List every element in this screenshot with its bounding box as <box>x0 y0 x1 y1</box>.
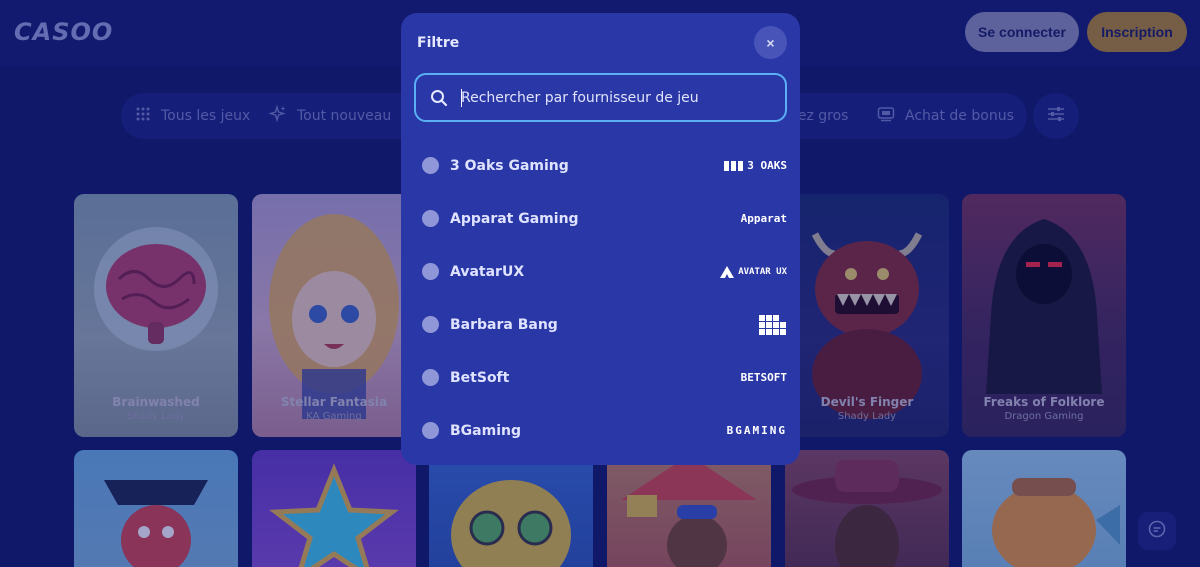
provider-radio[interactable] <box>422 316 439 333</box>
provider-name: BetSoft <box>450 369 510 386</box>
provider-logo-text: AVATAR UX <box>738 266 787 277</box>
provider-logo-bgaming: BGAMING <box>727 424 787 437</box>
provider-item-apparat-gaming[interactable]: Apparat Gaming Apparat <box>401 192 800 245</box>
provider-item-bgaming[interactable]: BGaming BGAMING <box>401 404 800 457</box>
search-icon <box>430 89 448 107</box>
provider-radio[interactable] <box>422 422 439 439</box>
provider-radio[interactable] <box>422 369 439 386</box>
provider-name: AvatarUX <box>450 263 525 280</box>
provider-logo-avatarux: AVATAR UX <box>719 265 787 279</box>
provider-logo-3-oaks: 3 OAKS <box>724 159 787 172</box>
modal-title: Filtre <box>417 35 460 51</box>
provider-name: BGaming <box>450 422 521 439</box>
provider-logo-barbara-bang <box>759 314 787 335</box>
provider-name: Apparat Gaming <box>450 210 579 227</box>
provider-name: Barbara Bang <box>450 316 558 333</box>
provider-radio[interactable] <box>422 263 439 280</box>
provider-search-input[interactable] <box>460 75 780 120</box>
provider-name: 3 Oaks Gaming <box>450 157 569 174</box>
text-caret <box>461 89 462 107</box>
provider-radio[interactable] <box>422 157 439 174</box>
provider-item-3-oaks-gaming[interactable]: 3 Oaks Gaming 3 OAKS <box>401 139 800 192</box>
provider-logo-text: 3 OAKS <box>747 159 787 172</box>
provider-item-barbara-bang[interactable]: Barbara Bang <box>401 298 800 351</box>
provider-logo-text: Apparat <box>740 212 787 225</box>
provider-logo-text: BETSOFT <box>740 371 787 384</box>
provider-logo-betsoft: BETSOFT <box>741 371 787 384</box>
provider-item-betsoft[interactable]: BetSoft BETSOFT <box>401 351 800 404</box>
provider-search-box <box>414 73 787 122</box>
provider-logo-text: BGAMING <box>726 424 787 437</box>
provider-item-avatarux[interactable]: AvatarUX AVATAR UX <box>401 245 800 298</box>
filter-modal: Filtre × 3 Oaks Gaming 3 OAKS Apparat Ga… <box>401 13 800 465</box>
provider-radio[interactable] <box>422 210 439 227</box>
close-button[interactable]: × <box>754 26 787 59</box>
provider-logo-apparat: Apparat <box>741 212 787 225</box>
